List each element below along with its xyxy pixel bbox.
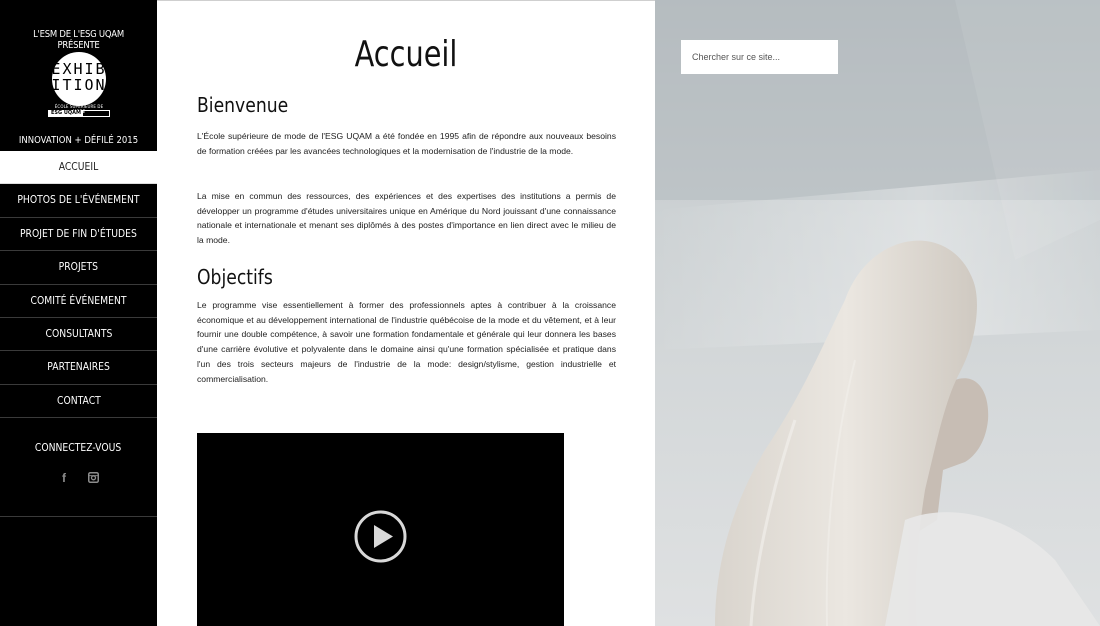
main-content: Accueil Bienvenue L'École supérieure de … [157, 0, 655, 626]
exhibition-logo[interactable]: EXHIB ITION [51, 52, 106, 106]
nav-item-comite[interactable]: COMITÉ ÉVÉNEMENT [0, 285, 157, 318]
objectives-heading: Objectifs [197, 265, 273, 289]
nav-item-photos[interactable]: PHOTOS DE L'ÉVÉNEMENT [0, 184, 157, 218]
connect-heading: CONNECTEZ-VOUS [35, 442, 122, 454]
nav-item-accueil[interactable]: ACCUEIL [0, 151, 157, 185]
instagram-icon[interactable] [88, 472, 99, 483]
nav-item-consultants[interactable]: CONSULTANTS [0, 318, 157, 352]
welcome-heading: Bienvenue [197, 93, 289, 117]
sidebar: L'ESM DE L'ESG UQAM PRÉSENTE EXHIB ITION… [0, 0, 157, 626]
search-input[interactable] [681, 40, 838, 74]
sidebar-divider [0, 516, 157, 517]
nav-item-contact[interactable]: CONTACT [0, 385, 157, 419]
main-nav: ACCUEIL PHOTOS DE L'ÉVÉNEMENT PROJET DE … [0, 151, 157, 419]
program-paragraph: La mise en commun des ressources, des ex… [197, 191, 616, 246]
intro-paragraph: L'École supérieure de mode de l'ESG UQAM… [197, 131, 616, 156]
hero-photo [655, 0, 1100, 626]
nav-item-partenaires[interactable]: PARTENAIRES [0, 351, 157, 385]
model-photo-illustration [655, 0, 1100, 626]
logo-word-bottom: ITION [51, 76, 107, 94]
objectives-paragraph: Le programme vise essentiellement à form… [197, 300, 616, 384]
play-icon[interactable] [354, 510, 407, 563]
presents-text: L'ESM DE L'ESG UQAM PRÉSENTE [33, 29, 124, 51]
facebook-icon[interactable]: f [59, 471, 69, 485]
nav-item-projets[interactable]: PROJETS [0, 251, 157, 285]
page-title: Accueil [354, 34, 458, 75]
nav-item-projet-fin-etudes[interactable]: PROJET DE FIN D'ÉTUDES [0, 218, 157, 252]
video-player[interactable] [197, 433, 564, 626]
event-tagline: INNOVATION + DÉFILÉ 2015 [18, 135, 139, 146]
social-links: f [54, 470, 104, 486]
logo-esg-badge: ESG UQAM [48, 110, 110, 117]
